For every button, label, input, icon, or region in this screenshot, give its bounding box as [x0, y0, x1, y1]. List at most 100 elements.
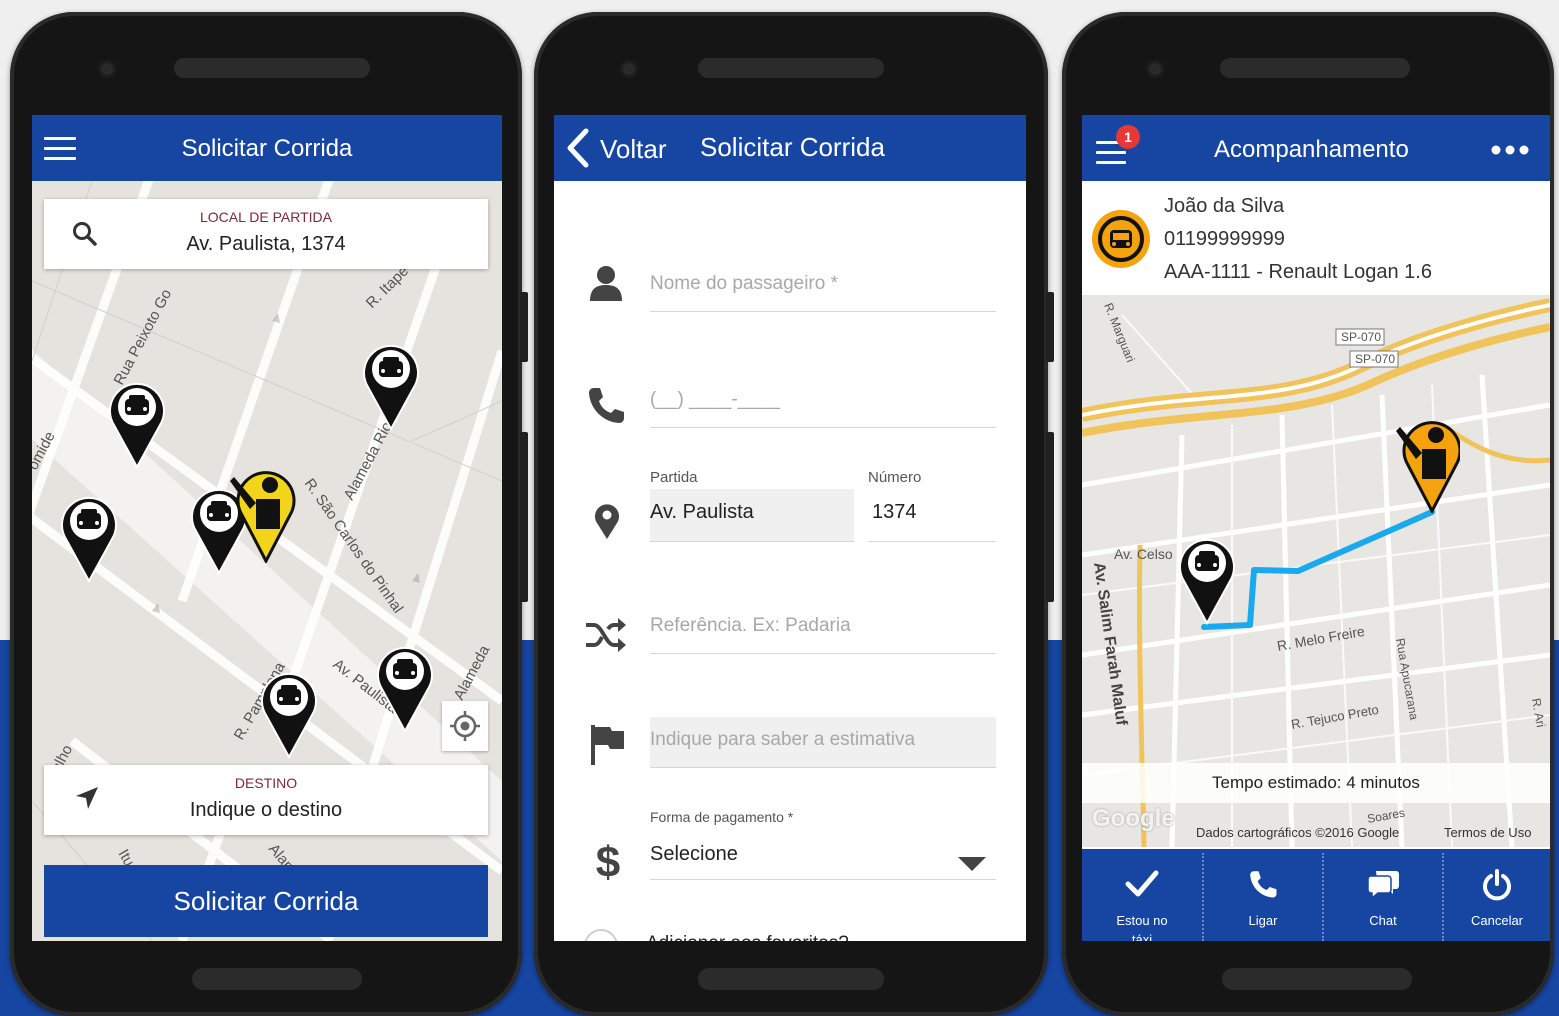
action-label: Chat	[1369, 913, 1397, 928]
page-title: Acompanhamento	[1214, 136, 1409, 163]
driver-name: João da Silva	[1164, 195, 1285, 217]
crosshair-icon	[450, 711, 480, 741]
destination-placeholder: Indique para saber a estimativa	[650, 729, 916, 750]
google-logo: Google	[1092, 805, 1175, 832]
app-bar: 1 Acompanhamento	[1082, 115, 1550, 181]
taxi-pin-icon[interactable]	[108, 379, 166, 469]
svg-text:$: $	[596, 838, 620, 885]
person-icon	[590, 266, 622, 301]
number-input[interactable]: 1374	[872, 501, 917, 524]
earpiece-speaker	[698, 58, 884, 78]
taxi-pin-icon[interactable]	[260, 669, 318, 759]
highway-shield: SP-070	[1341, 330, 1381, 344]
driver-info-panel: João da Silva 01199999999 AAA-1111 - Ren…	[1082, 181, 1550, 295]
input-underline	[650, 653, 996, 654]
call-button[interactable]: Ligar	[1204, 849, 1322, 941]
phone-icon	[589, 388, 624, 423]
earpiece-speaker	[174, 58, 370, 78]
back-label: Voltar	[600, 134, 667, 164]
bottom-speaker	[192, 968, 362, 990]
action-label: Estou no táxi	[1116, 913, 1168, 941]
destination-card[interactable]: DESTINO Indique o destino	[44, 765, 488, 835]
notification-badge: 1	[1116, 125, 1140, 149]
more-dots-icon[interactable]	[1490, 144, 1530, 156]
back-button[interactable]: Voltar	[564, 125, 676, 171]
dollar-icon: $	[596, 838, 620, 885]
side-button	[1046, 432, 1054, 602]
my-location-button[interactable]	[442, 701, 488, 751]
number-label: Número	[868, 469, 922, 486]
action-bar: Estou no táxi Ligar Chat Cancelar	[1082, 849, 1550, 941]
shuffle-icon	[586, 618, 626, 652]
input-underline	[650, 427, 996, 428]
app-bar: Solicitar Corrida	[32, 115, 502, 181]
map-view[interactable]: SP-070 SP-070 R. Marguari Av. Celso Av. …	[1082, 295, 1550, 847]
passenger-pin-icon[interactable]	[226, 463, 298, 563]
driver-phone[interactable]: 01199999999	[1164, 228, 1285, 251]
input-underline	[868, 541, 996, 542]
taxi-pin-icon[interactable]	[1178, 535, 1236, 625]
bottom-speaker	[698, 968, 884, 990]
page-title: Solicitar Corrida	[700, 132, 885, 162]
taxi-pin-icon[interactable]	[362, 341, 420, 431]
taxi-icon	[1092, 210, 1150, 268]
cancel-button[interactable]: Cancelar	[1444, 849, 1550, 941]
map-attribution: Dados cartográficos ©2016 Google	[1196, 825, 1400, 840]
destination-label: DESTINO	[234, 775, 298, 791]
street-label: Av. Celso	[1114, 546, 1173, 562]
passenger-name-input[interactable]: Nome do passageiro *	[650, 273, 838, 295]
input-underline	[650, 311, 996, 312]
page-title: Solicitar Corrida	[181, 135, 353, 162]
side-button	[520, 292, 528, 362]
phone-icon	[1250, 871, 1277, 898]
screen-ride-form: Voltar Solicitar Corrida Nome do passage…	[554, 115, 1026, 941]
origin-value: Av. Paulista, 1374	[186, 233, 346, 255]
front-camera	[620, 60, 638, 78]
dropdown-arrow-icon[interactable]	[956, 855, 988, 873]
origin-label: Partida	[650, 469, 698, 486]
terms-link[interactable]: Termos de Uso	[1444, 825, 1531, 840]
vehicle-info: AAA-1111 - Renault Logan 1.6	[1164, 261, 1432, 283]
check-icon	[1125, 870, 1159, 897]
request-ride-button[interactable]: Solicitar Corrida	[44, 865, 488, 937]
in-taxi-button[interactable]: Estou no táxi	[1082, 849, 1202, 941]
screen-tracking: 1 Acompanhamento João da Silva 011999999…	[1082, 115, 1550, 941]
origin-value: Av. Paulista	[650, 501, 754, 523]
taxi-pin-icon[interactable]	[60, 493, 118, 583]
eta-banner: Tempo estimado: 4 minutos	[1082, 763, 1550, 803]
favorites-label: Adicionar aos favoritos?	[646, 933, 849, 941]
chat-button[interactable]: Chat	[1324, 849, 1442, 941]
phone-input[interactable]: (__) ____-____	[650, 389, 780, 411]
payment-label: Forma de pagamento *	[650, 809, 794, 825]
passenger-pin-icon[interactable]	[1388, 413, 1460, 513]
input-underline	[650, 541, 854, 542]
flag-icon	[591, 725, 624, 765]
payment-select[interactable]: Selecione	[650, 843, 738, 866]
phone-frame-2: Voltar Solicitar Corrida Nome do passage…	[534, 12, 1054, 1016]
origin-card[interactable]: LOCAL DE PARTIDA Av. Paulista, 1374	[44, 199, 488, 269]
phone-frame-1: Solicitar Corrida Rua Peixoto Go R. Itap…	[10, 12, 528, 1016]
eta-text: Tempo estimado: 4 minutos	[1212, 773, 1420, 792]
phone-frame-3: 1 Acompanhamento João da Silva 011999999…	[1062, 12, 1554, 1016]
origin-label: LOCAL DE PARTIDA	[199, 209, 332, 225]
chevron-left-icon	[567, 128, 589, 168]
reference-input[interactable]: Referência. Ex: Padaria	[650, 615, 851, 637]
favorites-checkbox[interactable]	[584, 929, 618, 941]
input-underline	[650, 879, 996, 880]
action-label: Cancelar	[1470, 913, 1524, 928]
power-icon	[1483, 869, 1511, 901]
bottom-speaker	[1222, 968, 1412, 990]
front-camera	[1146, 60, 1164, 78]
screen-request-ride: Solicitar Corrida Rua Peixoto Go R. Itap…	[32, 115, 502, 941]
taxi-pin-icon[interactable]	[376, 643, 434, 733]
side-button	[1046, 292, 1054, 362]
app-bar: Voltar Solicitar Corrida	[554, 115, 1026, 181]
action-label: Ligar	[1248, 913, 1278, 928]
earpiece-speaker	[1220, 58, 1410, 78]
side-button	[520, 432, 528, 602]
location-pin-icon	[595, 504, 619, 539]
highway-shield: SP-070	[1355, 352, 1395, 366]
input-underline	[650, 767, 996, 768]
chat-icon	[1367, 871, 1399, 899]
front-camera	[98, 60, 116, 78]
